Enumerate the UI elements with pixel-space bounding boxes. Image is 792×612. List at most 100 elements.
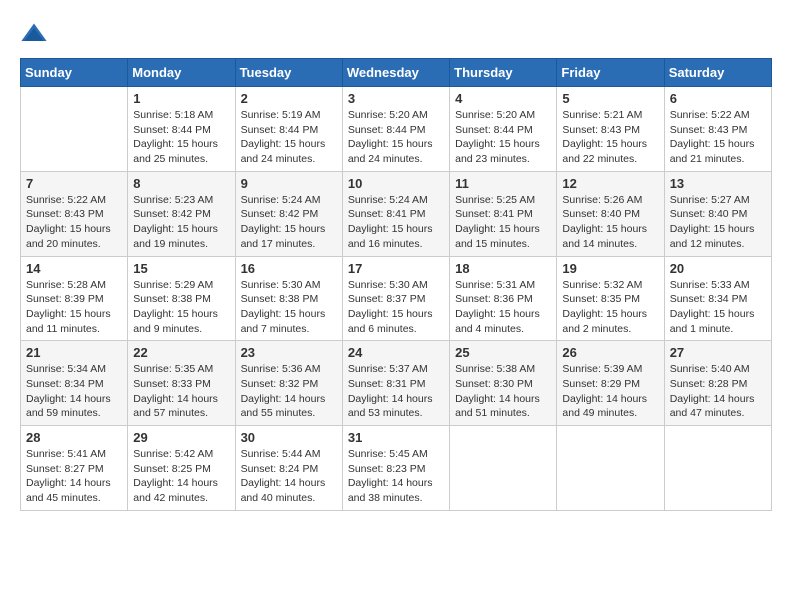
day-info: Sunrise: 5:23 AM Sunset: 8:42 PM Dayligh…: [133, 193, 229, 252]
day-number: 1: [133, 91, 229, 106]
calendar-cell: 15 Sunrise: 5:29 AM Sunset: 8:38 PM Dayli…: [128, 256, 235, 341]
day-number: 17: [348, 261, 444, 276]
calendar-week-row: 7Sunrise: 5:22 AM Sunset: 8:43 PM Daylig…: [21, 171, 772, 256]
calendar-week-row: 14 Sunrise: 5:28 AM Sunset: 8:39 PM Dayli…: [21, 256, 772, 341]
calendar-cell: 17 Sunrise: 5:30 AM Sunset: 8:37 PM Dayli…: [342, 256, 449, 341]
day-header-thursday: Thursday: [450, 59, 557, 87]
calendar-cell: [664, 426, 771, 511]
day-info: Sunrise: 5:22 AM Sunset: 8:43 PM Dayligh…: [670, 108, 766, 167]
day-number: 19: [562, 261, 658, 276]
page-header: [20, 20, 772, 48]
calendar-cell: [557, 426, 664, 511]
day-number: 10: [348, 176, 444, 191]
day-number: 31: [348, 430, 444, 445]
day-number: 29: [133, 430, 229, 445]
day-number: 7: [26, 176, 122, 191]
calendar-cell: 28Sunrise: 5:41 AM Sunset: 8:27 PM Dayli…: [21, 426, 128, 511]
logo: [20, 20, 52, 48]
calendar-cell: 12 Sunrise: 5:26 AM Sunset: 8:40 PM Dayli…: [557, 171, 664, 256]
day-info: Sunrise: 5:39 AM Sunset: 8:29 PM Dayligh…: [562, 362, 658, 421]
day-info: Sunrise: 5:21 AM Sunset: 8:43 PM Dayligh…: [562, 108, 658, 167]
day-number: 25: [455, 345, 551, 360]
day-number: 30: [241, 430, 337, 445]
day-info: Sunrise: 5:45 AM Sunset: 8:23 PM Dayligh…: [348, 447, 444, 506]
day-number: 21: [26, 345, 122, 360]
calendar-table: SundayMondayTuesdayWednesdayThursdayFrid…: [20, 58, 772, 511]
calendar-cell: 2Sunrise: 5:19 AM Sunset: 8:44 PM Daylig…: [235, 87, 342, 172]
calendar-cell: 14 Sunrise: 5:28 AM Sunset: 8:39 PM Dayli…: [21, 256, 128, 341]
day-number: 14: [26, 261, 122, 276]
day-header-monday: Monday: [128, 59, 235, 87]
day-number: 12: [562, 176, 658, 191]
calendar-cell: 6 Sunrise: 5:22 AM Sunset: 8:43 PM Daylig…: [664, 87, 771, 172]
day-info: Sunrise: 5:18 AM Sunset: 8:44 PM Dayligh…: [133, 108, 229, 167]
day-number: 23: [241, 345, 337, 360]
calendar-cell: 18 Sunrise: 5:31 AM Sunset: 8:36 PM Dayli…: [450, 256, 557, 341]
day-info: Sunrise: 5:31 AM Sunset: 8:36 PM Dayligh…: [455, 278, 551, 337]
day-number: 8: [133, 176, 229, 191]
day-header-saturday: Saturday: [664, 59, 771, 87]
day-info: Sunrise: 5:26 AM Sunset: 8:40 PM Dayligh…: [562, 193, 658, 252]
day-number: 16: [241, 261, 337, 276]
calendar-cell: 21 Sunrise: 5:34 AM Sunset: 8:34 PM Dayli…: [21, 341, 128, 426]
calendar-cell: 22Sunrise: 5:35 AM Sunset: 8:33 PM Dayli…: [128, 341, 235, 426]
day-number: 18: [455, 261, 551, 276]
day-number: 4: [455, 91, 551, 106]
calendar-cell: 4 Sunrise: 5:20 AM Sunset: 8:44 PM Daylig…: [450, 87, 557, 172]
day-number: 24: [348, 345, 444, 360]
day-info: Sunrise: 5:25 AM Sunset: 8:41 PM Dayligh…: [455, 193, 551, 252]
calendar-cell: 20 Sunrise: 5:33 AM Sunset: 8:34 PM Dayli…: [664, 256, 771, 341]
day-info: Sunrise: 5:20 AM Sunset: 8:44 PM Dayligh…: [348, 108, 444, 167]
calendar-cell: 23 Sunrise: 5:36 AM Sunset: 8:32 PM Dayli…: [235, 341, 342, 426]
day-info: Sunrise: 5:30 AM Sunset: 8:37 PM Dayligh…: [348, 278, 444, 337]
calendar-cell: 13 Sunrise: 5:27 AM Sunset: 8:40 PM Dayli…: [664, 171, 771, 256]
day-info: Sunrise: 5:29 AM Sunset: 8:38 PM Dayligh…: [133, 278, 229, 337]
day-info: Sunrise: 5:27 AM Sunset: 8:40 PM Dayligh…: [670, 193, 766, 252]
calendar-cell: 7Sunrise: 5:22 AM Sunset: 8:43 PM Daylig…: [21, 171, 128, 256]
day-info: Sunrise: 5:20 AM Sunset: 8:44 PM Dayligh…: [455, 108, 551, 167]
day-info: Sunrise: 5:41 AM Sunset: 8:27 PM Dayligh…: [26, 447, 122, 506]
day-header-tuesday: Tuesday: [235, 59, 342, 87]
calendar-cell: 19Sunrise: 5:32 AM Sunset: 8:35 PM Dayli…: [557, 256, 664, 341]
calendar-cell: 8 Sunrise: 5:23 AM Sunset: 8:42 PM Daylig…: [128, 171, 235, 256]
day-info: Sunrise: 5:34 AM Sunset: 8:34 PM Dayligh…: [26, 362, 122, 421]
day-number: 22: [133, 345, 229, 360]
day-number: 6: [670, 91, 766, 106]
day-info: Sunrise: 5:36 AM Sunset: 8:32 PM Dayligh…: [241, 362, 337, 421]
day-info: Sunrise: 5:37 AM Sunset: 8:31 PM Dayligh…: [348, 362, 444, 421]
day-info: Sunrise: 5:44 AM Sunset: 8:24 PM Dayligh…: [241, 447, 337, 506]
calendar-cell: 9Sunrise: 5:24 AM Sunset: 8:42 PM Daylig…: [235, 171, 342, 256]
calendar-cell: 24 Sunrise: 5:37 AM Sunset: 8:31 PM Dayli…: [342, 341, 449, 426]
calendar-cell: 26 Sunrise: 5:39 AM Sunset: 8:29 PM Dayli…: [557, 341, 664, 426]
calendar-cell: 16 Sunrise: 5:30 AM Sunset: 8:38 PM Dayli…: [235, 256, 342, 341]
day-info: Sunrise: 5:33 AM Sunset: 8:34 PM Dayligh…: [670, 278, 766, 337]
day-number: 13: [670, 176, 766, 191]
day-header-wednesday: Wednesday: [342, 59, 449, 87]
calendar-cell: 11 Sunrise: 5:25 AM Sunset: 8:41 PM Dayli…: [450, 171, 557, 256]
day-info: Sunrise: 5:24 AM Sunset: 8:42 PM Dayligh…: [241, 193, 337, 252]
calendar-cell: 27Sunrise: 5:40 AM Sunset: 8:28 PM Dayli…: [664, 341, 771, 426]
day-number: 20: [670, 261, 766, 276]
day-info: Sunrise: 5:24 AM Sunset: 8:41 PM Dayligh…: [348, 193, 444, 252]
calendar-week-row: 21 Sunrise: 5:34 AM Sunset: 8:34 PM Dayli…: [21, 341, 772, 426]
day-info: Sunrise: 5:28 AM Sunset: 8:39 PM Dayligh…: [26, 278, 122, 337]
calendar-cell: 3 Sunrise: 5:20 AM Sunset: 8:44 PM Daylig…: [342, 87, 449, 172]
calendar-cell: 29 Sunrise: 5:42 AM Sunset: 8:25 PM Dayli…: [128, 426, 235, 511]
calendar-cell: 31 Sunrise: 5:45 AM Sunset: 8:23 PM Dayli…: [342, 426, 449, 511]
day-number: 11: [455, 176, 551, 191]
day-number: 5: [562, 91, 658, 106]
calendar-cell: [21, 87, 128, 172]
day-info: Sunrise: 5:42 AM Sunset: 8:25 PM Dayligh…: [133, 447, 229, 506]
day-number: 15: [133, 261, 229, 276]
day-info: Sunrise: 5:30 AM Sunset: 8:38 PM Dayligh…: [241, 278, 337, 337]
day-number: 3: [348, 91, 444, 106]
calendar-cell: 5 Sunrise: 5:21 AM Sunset: 8:43 PM Daylig…: [557, 87, 664, 172]
calendar-cell: [450, 426, 557, 511]
day-header-friday: Friday: [557, 59, 664, 87]
day-info: Sunrise: 5:19 AM Sunset: 8:44 PM Dayligh…: [241, 108, 337, 167]
day-info: Sunrise: 5:38 AM Sunset: 8:30 PM Dayligh…: [455, 362, 551, 421]
calendar-header-row: SundayMondayTuesdayWednesdayThursdayFrid…: [21, 59, 772, 87]
calendar-cell: 25 Sunrise: 5:38 AM Sunset: 8:30 PM Dayli…: [450, 341, 557, 426]
day-number: 26: [562, 345, 658, 360]
calendar-cell: 10 Sunrise: 5:24 AM Sunset: 8:41 PM Dayli…: [342, 171, 449, 256]
